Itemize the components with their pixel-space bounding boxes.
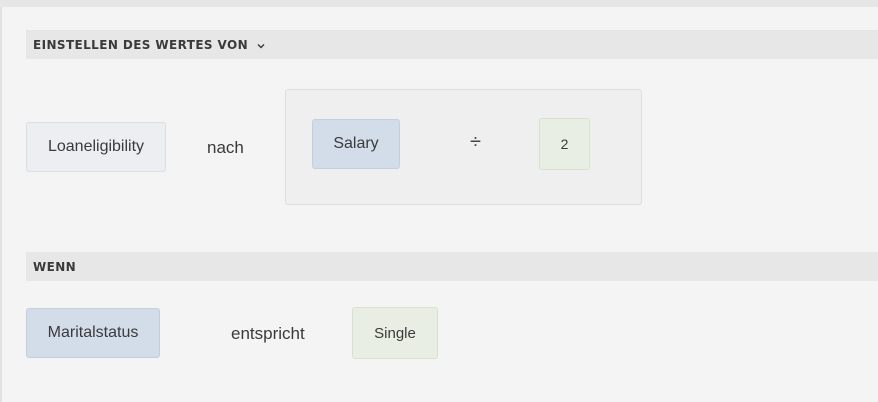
left-operand-chip[interactable]: Salary: [312, 119, 400, 169]
top-divider: [0, 0, 878, 7]
condition-field-chip[interactable]: Maritalstatus: [26, 308, 160, 358]
when-section-title: WENN: [33, 259, 77, 274]
condition-value-chip[interactable]: Single: [352, 307, 438, 359]
when-section-header: WENN: [26, 252, 878, 281]
divide-operator[interactable]: ÷: [470, 131, 481, 154]
set-value-section-header[interactable]: EINSTELLEN DES WERTES VON: [26, 30, 878, 59]
target-field-chip[interactable]: Loaneligibility: [26, 122, 166, 172]
set-value-section-title: EINSTELLEN DES WERTES VON: [33, 37, 249, 52]
right-operand-chip[interactable]: 2: [539, 118, 590, 170]
chevron-down-icon[interactable]: [256, 40, 266, 50]
comparator-label[interactable]: entspricht: [231, 324, 305, 344]
connector-label: nach: [207, 138, 244, 157]
left-divider: [0, 7, 2, 402]
